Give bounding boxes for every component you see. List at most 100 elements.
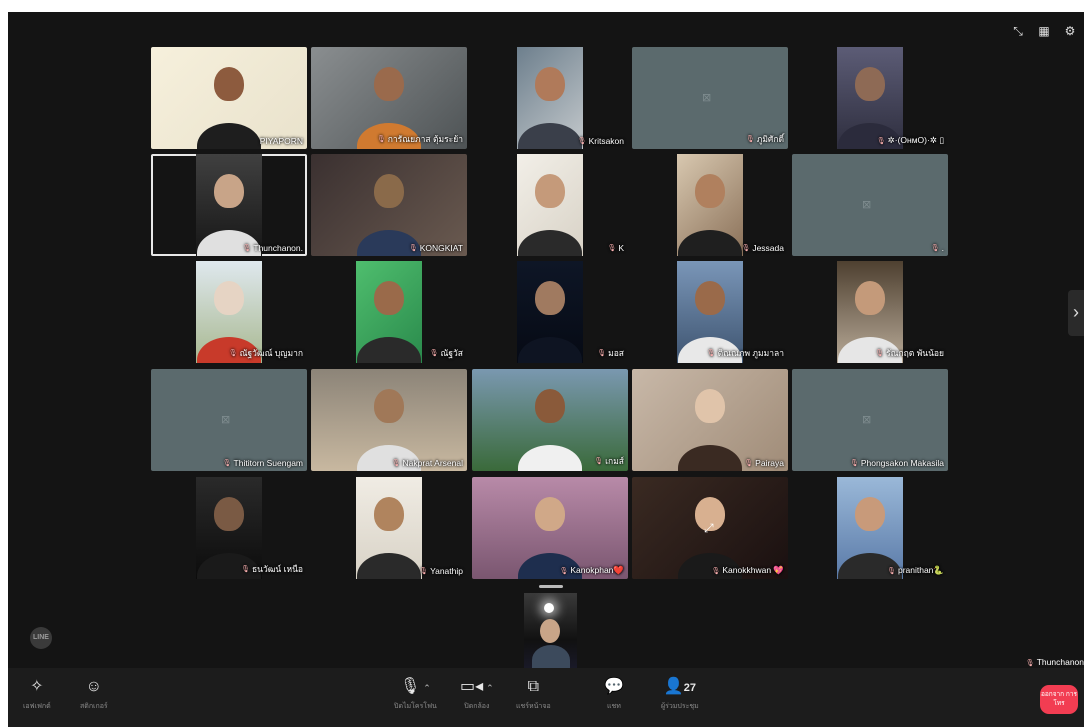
participant-name-tag: 🎙 ✲·(OʜᴍO)·✲ ▯ (877, 135, 944, 146)
participant-video (837, 477, 903, 579)
share-screen-button[interactable]: ⧉ แชร์หน้าจอ (516, 678, 551, 712)
camera-button[interactable]: ▭◂ ⌃ ปิดกล้อง (460, 678, 494, 712)
participant-video (472, 477, 628, 579)
self-view-drag-handle[interactable] (539, 585, 563, 588)
line-logo-icon: LINE (30, 627, 52, 649)
mic-off-icon: 🎙 (577, 138, 587, 145)
participant-name-tag: 🎙 Nakprat Arsenal (392, 458, 463, 468)
mic-off-icon: 🎙 (741, 245, 751, 252)
self-name: Thunchanon (1036, 657, 1084, 667)
participant-name: KONGKIAT (419, 243, 463, 253)
participant-name: ภูมิศักดิ์ (756, 134, 784, 144)
participant-name-tag: 🎙 ณัฐวัฒณ์ บุญมาก (229, 346, 303, 360)
mic-off-icon: 🎙 (1025, 660, 1035, 667)
participant-name: รัณกฤต พันน้อย (886, 348, 944, 358)
mic-off-icon: 🎙 (887, 567, 896, 575)
participant-tile[interactable]: ⊠ 🎙 Phongsakon Makasila (792, 369, 948, 471)
participant-tile[interactable]: 🎙 K (472, 154, 628, 256)
participant-name-tag: 🎙 ภูมิศักดิ์ (746, 132, 784, 146)
participant-name-tag: 🎙 เกมส์ (594, 454, 624, 468)
participant-name: Kanokkhwan 💖 (722, 565, 784, 575)
mic-off-icon: 🎙 (744, 460, 754, 467)
participant-name-tag: 🎙 ณัฐวัส (430, 346, 463, 360)
participant-tile[interactable]: PIYAPORN (151, 47, 307, 149)
minimize-view-icon[interactable]: ⤡ (1010, 24, 1026, 39)
members-button[interactable]: 👤27 ผู้ร่วมประชุม (661, 678, 699, 712)
participant-name: ติณณภพ ภูมมาลา (717, 348, 784, 358)
participant-name: ณัฐวัฒณ์ บุญมาก (239, 348, 303, 358)
participant-name: การัณยภาส ตุ้มระย้า (387, 134, 463, 144)
next-page-arrow-icon[interactable]: › (1068, 290, 1084, 336)
camera-off-icon: ⊠ (862, 414, 872, 426)
participant-tile[interactable]: ⊠ 🎙 ภูมิศักดิ์ (632, 47, 788, 149)
participant-tile[interactable]: 🎙 มอส (472, 261, 628, 363)
grid-layout-icon[interactable]: ▦ (1036, 24, 1052, 39)
participant-tile[interactable]: 🎙 pranithan🐍 (792, 477, 948, 579)
mic-off-icon: 🎙 (391, 460, 401, 467)
participant-name: Thititorn Suengam (233, 458, 303, 468)
self-view-video[interactable] (524, 593, 577, 671)
participant-tile[interactable]: 🎙 ติณณภพ ภูมมาลา (632, 261, 788, 363)
camera-icon: ▭◂ (460, 678, 484, 695)
participant-video (311, 369, 467, 471)
microphone-icon: 🎙 (399, 678, 421, 695)
participant-name: Kanokphan❤️ (570, 565, 624, 575)
video-call-window: ⤡ ▦ ⚙ PIYAPORN 🎙 การัณยภาส ตุ้มระย้า 🎙 Krits… (8, 12, 1084, 727)
chevron-up-icon[interactable]: ⌃ (486, 683, 494, 693)
participant-tile[interactable]: 🎙 รัณกฤต พันน้อย (792, 261, 948, 363)
participant-name: ณัฐวัส (440, 348, 463, 358)
participant-tile[interactable]: 🎙 Kritsakon (472, 47, 628, 149)
participant-name-tag: 🎙 ธนวัฒน์ เหนือ (241, 562, 303, 576)
call-toolbar: ✧ เอฟเฟกต์ ☺ สติกเกอร์ 🎙 ⌃ ปิดไมโครโฟน ▭◂… (8, 668, 1084, 727)
participant-tile[interactable]: ⊠ 🎙 Thititorn Suengam (151, 369, 307, 471)
participant-name-tag: 🎙 การัณยภาส ตุ้มระย้า (377, 132, 463, 146)
participant-tile[interactable]: 🎙 Thunchanon. (151, 154, 307, 256)
participant-name: ✲·(OʜᴍO)·✲ ▯ (887, 135, 944, 145)
participant-tile[interactable]: 🎙 Pairaya (632, 369, 788, 471)
mic-off-icon: 🎙 (222, 460, 232, 467)
participant-name: เกมส์ (605, 456, 624, 466)
expand-icon[interactable]: ⤢ (704, 521, 714, 536)
chat-icon: 💬 (604, 678, 624, 695)
participant-name-tag: 🎙 pranithan🐍 (887, 565, 944, 576)
participant-video (356, 261, 422, 363)
participant-tile[interactable]: 🎙 Kanokphan❤️ (472, 477, 628, 579)
participant-video (837, 47, 903, 149)
participant-tile[interactable]: 🎙 Jessada (632, 154, 788, 256)
settings-icon[interactable]: ⚙ (1062, 24, 1078, 39)
share-screen-icon: ⧉ (527, 678, 540, 695)
mic-button[interactable]: 🎙 ⌃ ปิดไมโครโฟน (394, 678, 437, 712)
mic-off-icon: 🎙 (745, 136, 755, 143)
participant-name-tag: 🎙 ติณณภพ ภูมมาลา (707, 346, 784, 360)
participant-tile[interactable]: 🎙 ณัฐวัส (311, 261, 467, 363)
participant-tile[interactable]: 🎙 Yanathip (311, 477, 467, 579)
participant-tile[interactable]: 🎙 ณัฐวัฒณ์ บุญมาก (151, 261, 307, 363)
participant-tile[interactable]: 🎙 KONGKIAT (311, 154, 467, 256)
participant-name: pranithan🐍 (897, 565, 944, 575)
effects-button[interactable]: ✧ เอฟเฟกต์ (23, 678, 51, 712)
participant-name-tag: 🎙 Kanokkhwan 💖 (711, 565, 784, 576)
participant-name-tag: 🎙 Yanathip (419, 566, 463, 576)
participant-tile[interactable]: ⤢ 🎙 Kanokkhwan 💖 (632, 477, 788, 579)
participant-name-tag: 🎙 Kanokphan❤️ (560, 565, 625, 576)
participant-tile[interactable]: 🎙 การัณยภาส ตุ้มระย้า (311, 47, 467, 149)
participant-name-tag: 🎙 Kritsakon (578, 136, 624, 146)
mic-off-icon: 🎙 (228, 350, 238, 357)
leave-call-button[interactable]: ออกจาก การโทร (1040, 685, 1078, 714)
participant-tile[interactable]: ⊠ 🎙. (792, 154, 948, 256)
participant-tile[interactable]: 🎙 Nakprat Arsenal (311, 369, 467, 471)
mic-off-icon: 🎙 (876, 137, 886, 145)
participant-tile[interactable]: 🎙 เกมส์ (472, 369, 628, 471)
participant-video (517, 154, 583, 256)
chat-button[interactable]: 💬 แชท (604, 678, 624, 712)
sparkle-icon: ✧ (30, 678, 44, 695)
participant-tile[interactable]: 🎙 ธนวัฒน์ เหนือ (151, 477, 307, 579)
chevron-up-icon[interactable]: ⌃ (423, 683, 431, 693)
participant-name-tag: 🎙 Thititorn Suengam (223, 458, 303, 468)
window-controls: ⤡ ▦ ⚙ (1010, 24, 1078, 39)
participant-name: PIYAPORN (259, 136, 303, 146)
stickers-button[interactable]: ☺ สติกเกอร์ (80, 678, 108, 712)
smiley-icon: ☺ (85, 678, 102, 695)
participant-name-tag: 🎙. (931, 243, 944, 253)
participant-tile[interactable]: 🎙 ✲·(OʜᴍO)·✲ ▯ (792, 47, 948, 149)
